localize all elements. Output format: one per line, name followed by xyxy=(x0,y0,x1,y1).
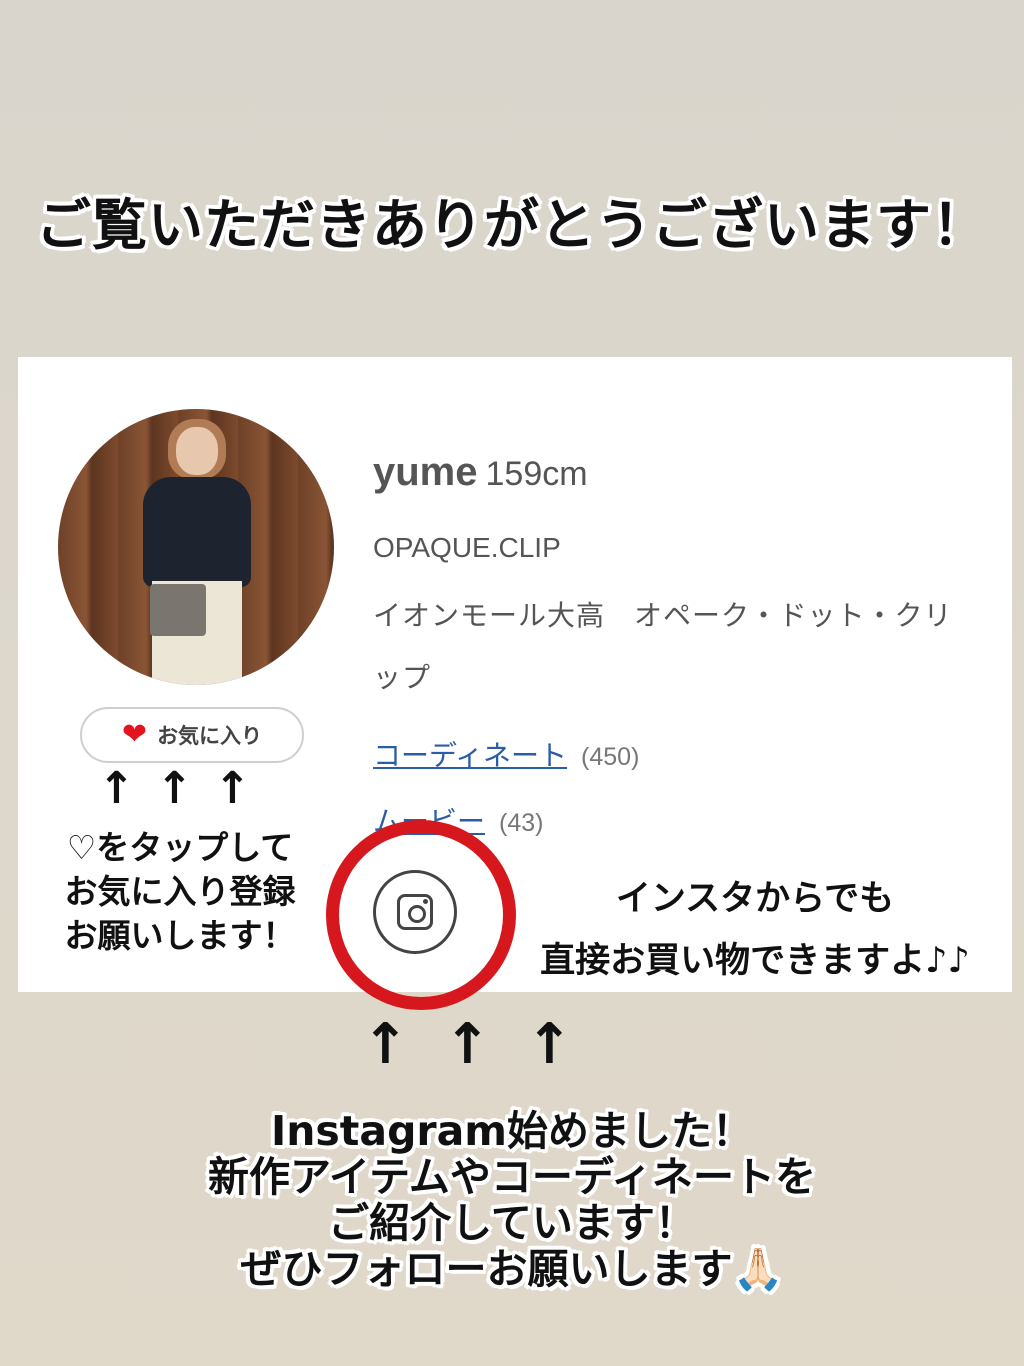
coordinate-count: (450) xyxy=(581,743,640,771)
profile-shop: OPAQUE.CLIP xyxy=(373,532,561,563)
arrow-up-icon: ↑ xyxy=(526,1012,573,1077)
favorite-button-label: お気に入り xyxy=(157,724,263,748)
profile-name: yume xyxy=(373,450,478,494)
page-headline: ご覧いただきありがとうございます！ xyxy=(35,193,988,257)
arrow-up-icon: ↑ xyxy=(214,763,251,814)
profile-height: 159cm xyxy=(485,455,588,493)
profile-location: イオンモール大高 オペーク・ドット・クリップ xyxy=(373,599,953,694)
movie-count: (43) xyxy=(499,809,544,837)
instagram-announcement: Instagram始めました！ 新作アイテムやコーディネートを ご紹介しています… xyxy=(207,1107,817,1293)
arrow-up-icon: ↑ xyxy=(444,1012,491,1077)
coordinate-link[interactable]: コーディネート xyxy=(373,739,567,772)
instagram-icon[interactable] xyxy=(373,870,457,954)
arrow-up-icon: ↑ xyxy=(98,763,135,814)
coordinate-link-row: コーディネート (450) xyxy=(373,734,639,774)
heart-icon: ❤ xyxy=(121,717,148,752)
instagram-shopping-note: インスタからでも 直接お買い物できますよ♪♪ xyxy=(540,879,970,981)
favorite-instruction: ♡をタップして お気に入り登録 お願いします！ xyxy=(64,828,296,955)
arrow-up-icon: ↑ xyxy=(362,1012,409,1077)
favorite-button[interactable]: ❤ お気に入り xyxy=(80,707,304,763)
profile-name-line: yume 159cm xyxy=(373,450,588,495)
avatar[interactable] xyxy=(58,409,334,685)
arrow-up-icon: ↑ xyxy=(156,763,193,814)
